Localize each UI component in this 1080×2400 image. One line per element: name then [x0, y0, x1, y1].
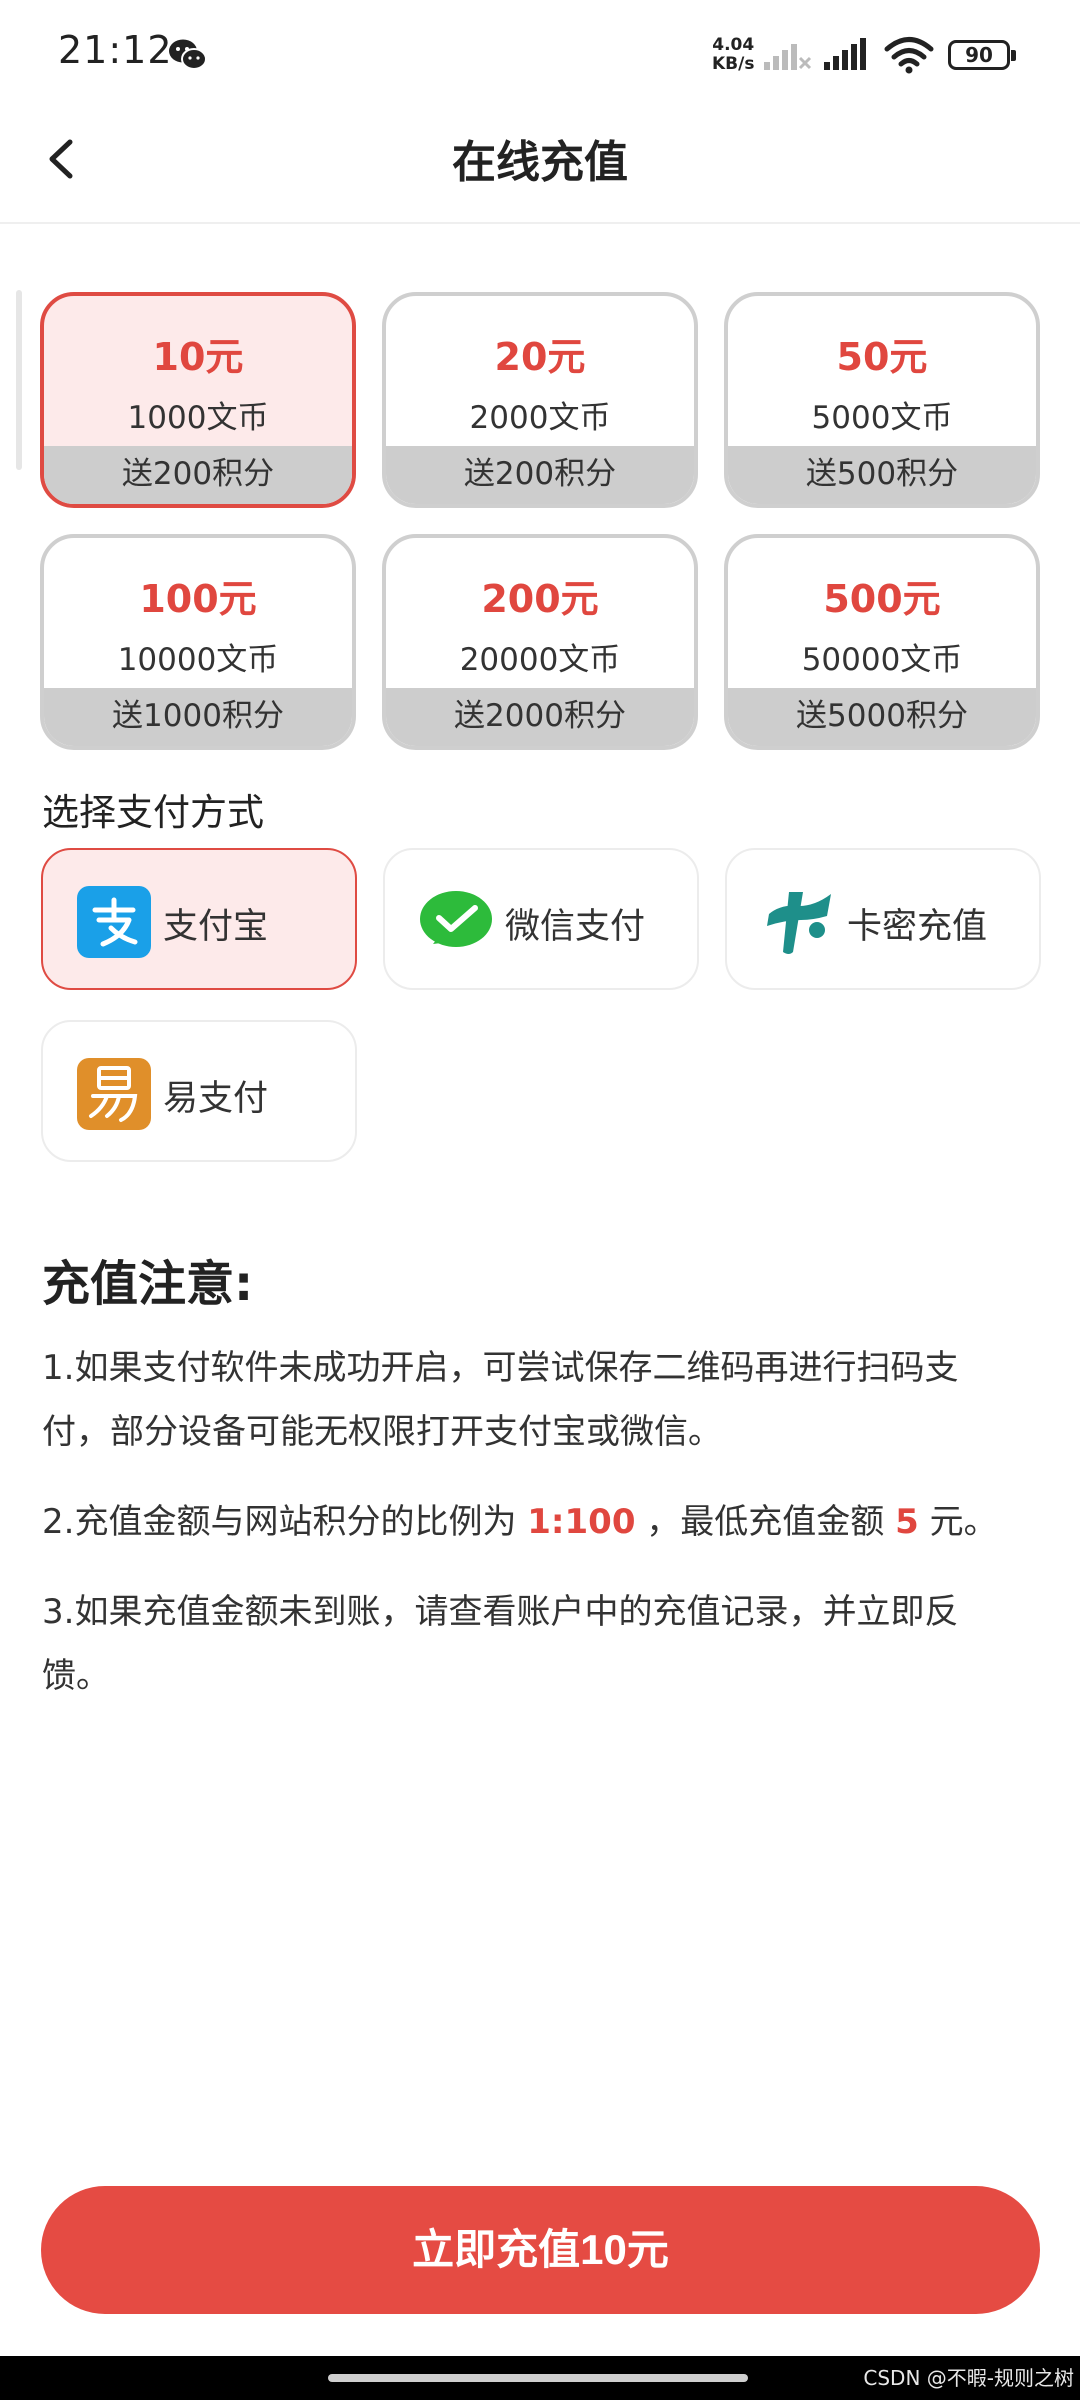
- scrollbar[interactable]: [16, 290, 22, 470]
- card-key-icon: [767, 892, 831, 954]
- page-title: 在线充值: [452, 137, 628, 188]
- wifi-icon: [884, 37, 934, 74]
- package-price: 100元: [139, 577, 257, 621]
- payment-option-alipay[interactable]: 支付宝: [41, 848, 357, 990]
- payment-label: 支付宝: [163, 907, 269, 947]
- note-item: 1.如果支付软件未成功开启，可尝试保存二维码再进行扫码支付，部分设备可能无权限打…: [42, 1348, 959, 1452]
- payment-option-card-key[interactable]: 卡密充值: [725, 848, 1041, 990]
- payment-option-epay[interactable]: 易支付: [41, 1020, 357, 1162]
- package-price: 10元: [152, 335, 244, 379]
- battery-indicator: 90: [948, 40, 1016, 70]
- home-indicator[interactable]: [328, 2374, 748, 2382]
- nav-bar: 在线充值: [0, 100, 1080, 224]
- signal-sim2-icon: [824, 38, 866, 70]
- package-bonus: 送5000积分: [728, 688, 1036, 746]
- package-card[interactable]: 50元 5000文币 送500积分: [724, 292, 1040, 508]
- ratio-highlight: 1:100: [527, 1502, 636, 1542]
- package-price: 50元: [836, 335, 928, 379]
- recharge-submit-button[interactable]: 立即充值10元: [41, 2186, 1040, 2314]
- package-coins: 1000文币: [127, 400, 269, 436]
- package-coins: 20000文币: [459, 642, 621, 678]
- net-speed: 4.04 KB/s: [712, 35, 755, 74]
- system-nav-bar: CSDN @不暇-规则之树: [0, 2356, 1080, 2400]
- payment-label: 易支付: [163, 1079, 269, 1119]
- package-card[interactable]: 100元 10000文币 送1000积分: [40, 534, 356, 750]
- wechat-pay-icon: [420, 891, 492, 947]
- package-coins: 50000文币: [801, 642, 963, 678]
- package-coins: 5000文币: [811, 400, 953, 436]
- wechat-notification-icon: [169, 39, 207, 70]
- package-bonus: 送2000积分: [386, 688, 694, 746]
- epay-icon: [77, 1058, 151, 1130]
- note-item: 3.如果充值金额未到账，请查看账户中的充值记录，并立即反馈。: [42, 1592, 959, 1696]
- package-price: 200元: [481, 577, 599, 621]
- package-card[interactable]: 200元 20000文币 送2000积分: [382, 534, 698, 750]
- notes-title: 充值注意:: [42, 1256, 254, 1312]
- watermark: CSDN @不暇-规则之树: [863, 2366, 1074, 2390]
- package-coins: 2000文币: [469, 400, 611, 436]
- package-price: 20元: [494, 335, 586, 379]
- status-time: 21:12: [58, 28, 173, 72]
- package-price: 500元: [823, 577, 941, 621]
- package-bonus: 送200积分: [386, 446, 694, 504]
- payment-label: 卡密充值: [847, 907, 988, 947]
- package-bonus: 送1000积分: [44, 688, 352, 746]
- payment-section-label: 选择支付方式: [42, 791, 264, 834]
- package-card[interactable]: 20元 2000文币 送200积分: [382, 292, 698, 508]
- package-card[interactable]: 10元 1000文币 送200积分: [40, 292, 356, 508]
- package-card[interactable]: 500元 50000文币 送5000积分: [724, 534, 1040, 750]
- status-bar: 21:12 4.04 KB/s 90: [0, 0, 1080, 100]
- package-bonus: 送500积分: [728, 446, 1036, 504]
- alipay-icon: [77, 886, 151, 958]
- signal-sim1-icon: [764, 44, 812, 70]
- package-bonus: 送200积分: [44, 446, 352, 504]
- package-coins: 10000文币: [117, 642, 279, 678]
- payment-option-wechat[interactable]: 微信支付: [383, 848, 699, 990]
- payment-label: 微信支付: [505, 907, 646, 947]
- note-item: 2.充值金额与网站积分的比例为 1:100 ，最低充值金额 5 元。: [42, 1502, 998, 1542]
- min-amount-highlight: 5: [895, 1502, 919, 1542]
